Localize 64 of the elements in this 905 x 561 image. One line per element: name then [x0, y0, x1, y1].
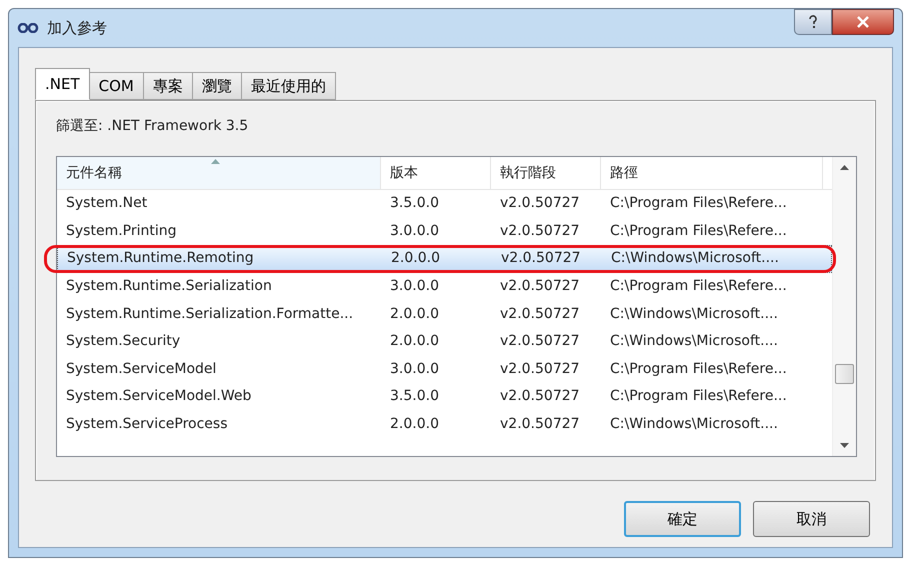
tab[interactable]: 最近使用的: [242, 72, 336, 100]
scroll-up-icon: [840, 165, 849, 170]
help-icon: [808, 15, 818, 29]
table-cell-text: C:\Windows\Microsoft....: [610, 249, 780, 268]
table-cell-text: v2.0.50727: [499, 387, 581, 406]
table-cell-text: System.Runtime.Remoting: [66, 249, 255, 268]
scroll-thumb[interactable]: [835, 364, 854, 384]
table-cell-text: v2.0.50727: [499, 332, 581, 352]
table-cell-text: 2.0.0.0: [390, 249, 441, 268]
list-row[interactable]: System.Net 3.5.0.0 v2.0.50727 C:\Program Files\Refere...: [57, 190, 832, 218]
window-title: 加入參考: [47, 18, 107, 39]
table-cell-text: 2.0.0.0: [389, 332, 440, 352]
list-row[interactable]: System.Runtime.Serialization 3.0.0.0 v2.0.50727 C:\Program Files\Refere...: [57, 272, 832, 300]
table-cell-text: 3.5.0.0: [389, 194, 440, 214]
table-cell-text: v2.0.50727: [499, 222, 581, 241]
table-cell-text: System.Runtime.Serialization.Formatte...: [65, 304, 354, 324]
table-cell-text: v2.0.50727: [499, 277, 581, 296]
table-cell-text: v2.0.50727: [499, 415, 581, 434]
list-row[interactable]: System.ServiceModel 3.0.0.0 v2.0.50727 C:\Program Files\Refere...: [57, 356, 832, 384]
table-cell-text: 3.0.0.0: [389, 360, 440, 379]
table-cell-text: System.ServiceModel.Web: [65, 387, 252, 406]
table-cell-text: v2.0.50727: [500, 249, 582, 268]
list-row[interactable]: System.Printing 3.0.0.0 v2.0.50727 C:\Program Files\Refere...: [57, 218, 832, 246]
table-cell-text: 3.0.0.0: [389, 222, 440, 241]
list-row[interactable]: System.Runtime.Serialization.Formatte... 2.0.0.0 v2.0.50727 C:\Windows\Microsoft....: [57, 300, 832, 328]
tab[interactable]: COM: [90, 72, 144, 100]
table-cell-text: System.Printing: [65, 222, 178, 241]
tab[interactable]: .NET: [35, 68, 90, 100]
scroll-down-icon: [840, 443, 849, 448]
table-cell-text: 3.5.0.0: [389, 387, 440, 406]
scrollbar[interactable]: [832, 157, 856, 456]
column-header[interactable]: 元件名稱: [57, 157, 381, 189]
table-cell-text: System.Security: [65, 332, 182, 352]
table-cell-text: C:\Windows\Microsoft....: [609, 415, 779, 434]
sort-ascending-icon: [211, 159, 220, 164]
table-cell-text: System.Net: [65, 194, 148, 214]
table-cell-text: 2.0.0.0: [389, 304, 440, 324]
table-cell-text: C:\Windows\Microsoft....: [609, 332, 779, 352]
table-cell-text: 3.0.0.0: [389, 277, 440, 296]
table-cell-text: System.Runtime.Serialization: [65, 277, 273, 296]
table-cell-text: System.ServiceProcess: [65, 415, 229, 434]
filter-label: 篩選至: .NET Framework 3.5: [56, 117, 250, 136]
table-cell-text: v2.0.50727: [499, 360, 581, 379]
close-button[interactable]: [832, 9, 894, 35]
table-cell-text: v2.0.50727: [499, 194, 581, 214]
list-row[interactable]: System.ServiceModel.Web 3.5.0.0 v2.0.50727 C:\Program Files\Refere...: [57, 383, 832, 411]
table-cell-text: C:\Windows\Microsoft....: [609, 304, 779, 324]
table-cell-text: C:\Program Files\Refere...: [609, 360, 788, 379]
list-row[interactable]: System.Security 2.0.0.0 v2.0.50727 C:\Windows\Microsoft....: [57, 328, 832, 356]
table-cell-text: v2.0.50727: [499, 304, 581, 324]
table-cell-text: C:\Program Files\Refere...: [609, 387, 788, 406]
tab[interactable]: 專案: [144, 72, 193, 100]
app-icon: [17, 23, 39, 33]
list-row[interactable]: System.ServiceProcess 2.0.0.0 v2.0.50727 C:\Windows\Microsoft....: [57, 410, 832, 438]
help-button[interactable]: [794, 9, 832, 35]
tab[interactable]: 瀏覽: [192, 72, 242, 100]
table-cell-text: 2.0.0.0: [389, 415, 440, 434]
table-cell-text: System.ServiceModel: [65, 360, 218, 379]
table-cell-text: C:\Program Files\Refere...: [609, 194, 788, 214]
close-icon: [856, 16, 870, 28]
table-cell-text: C:\Program Files\Refere...: [609, 277, 788, 296]
table-cell-text: C:\Program Files\Refere...: [609, 222, 788, 241]
dialog-button[interactable]: 取消: [753, 501, 870, 537]
dialog-button[interactable]: 確定: [624, 501, 741, 537]
